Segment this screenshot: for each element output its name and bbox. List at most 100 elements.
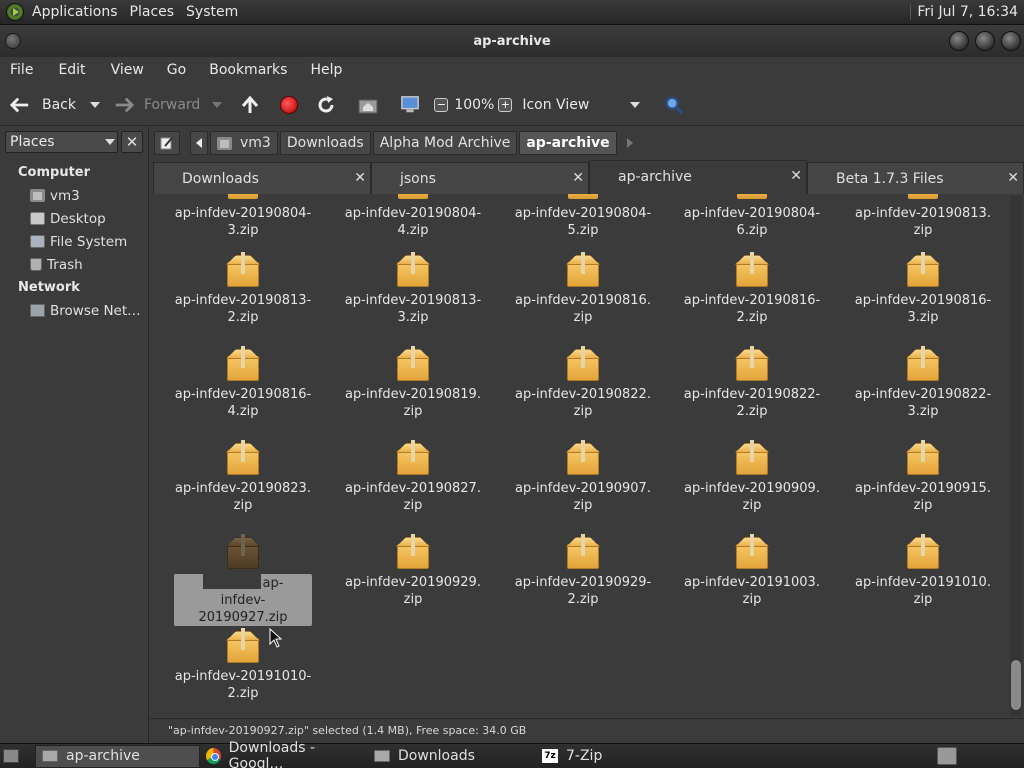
forward-history-dropdown[interactable]	[212, 101, 223, 108]
panel-clock[interactable]: Fri Jul 7, 16:34	[910, 4, 1024, 20]
file-item[interactable]: ap-infdev-20190813- 2.zip	[163, 252, 323, 326]
sidebar-item-trash[interactable]: Trash	[0, 253, 148, 276]
maximize-button[interactable]	[975, 31, 995, 51]
minimize-button[interactable]	[949, 31, 969, 51]
file-name-line1: ap-infdev-20190929.	[345, 575, 481, 590]
file-name-line1: ap-infdev-20190816-	[174, 387, 312, 402]
window-titlebar[interactable]: ap-archive	[0, 25, 1024, 57]
applications-menu[interactable]: Applications	[32, 4, 118, 20]
file-item[interactable]: ap-infdev-20190929. zip	[333, 534, 493, 608]
scrollbar-thumb[interactable]	[1011, 660, 1021, 710]
file-name-line2: 4.zip	[397, 223, 429, 238]
zoom-out-icon: −	[434, 97, 449, 112]
places-menu[interactable]: Places	[130, 4, 175, 20]
sidebar-item-filesystem[interactable]: File System	[0, 230, 148, 253]
file-item[interactable]: ap-infdev-20190816- 4.zip	[163, 346, 323, 420]
menu-go[interactable]: Go	[167, 62, 186, 78]
close-tab-icon[interactable]: ✕	[354, 170, 366, 186]
close-window-button[interactable]	[1001, 31, 1021, 51]
file-name: ap-infdev-20190927.zip	[163, 574, 323, 626]
show-desktop-icon[interactable]	[3, 749, 19, 763]
breadcrumb-alpha-mod-archive[interactable]: Alpha Mod Archive	[372, 131, 518, 155]
top-panel: Applications Places System Fri Jul 7, 16…	[0, 0, 1024, 25]
task-label: Downloads - Googl…	[228, 740, 316, 768]
taskbar-item-7zip[interactable]: 7z 7-Zip	[536, 745, 704, 768]
forward-button[interactable]: Forward	[110, 90, 204, 120]
file-item[interactable]: ap-infdev-20190819. zip	[333, 346, 493, 420]
up-button[interactable]	[236, 90, 270, 120]
file-item[interactable]: ap-infdev-20190929- 2.zip	[503, 534, 663, 608]
taskbar-item-ap-archive[interactable]: ap-archive	[35, 744, 200, 768]
breadcrumb-downloads[interactable]: Downloads	[279, 131, 371, 155]
tab-beta-files[interactable]: Beta 1.7.3 Files ✕	[807, 162, 1024, 194]
file-item[interactable]: ap-infdev-20190813. zip	[843, 194, 1003, 239]
window-menu-icon[interactable]	[5, 33, 21, 49]
file-icon-view[interactable]: ap-infdev-20190804- 3.zip ap-infdev-201908…	[153, 194, 1024, 718]
sidebar-item-browse-network[interactable]: Browse Net…	[0, 299, 148, 322]
sidebar-mode-select[interactable]: Places	[5, 131, 118, 153]
file-item[interactable]: ap-infdev-20190813- 3.zip	[333, 252, 493, 326]
search-button[interactable]	[660, 90, 694, 120]
computer-button[interactable]	[396, 90, 430, 120]
sidebar-header: Places ✕	[0, 127, 148, 157]
file-name-line2: zip	[573, 498, 593, 513]
file-item[interactable]: ap-infdev-20191010- 2.zip	[163, 628, 323, 702]
back-button[interactable]: Back	[6, 90, 80, 120]
file-item[interactable]: ap-infdev-20191010. zip	[843, 534, 1003, 608]
toggle-location-entry-button[interactable]	[154, 131, 180, 155]
file-item[interactable]: ap-infdev-20190804- 5.zip	[503, 194, 663, 239]
file-item[interactable]: ap-infdev-20190804- 4.zip	[333, 194, 493, 239]
file-item[interactable]: ap-infdev-20190816- 3.zip	[843, 252, 1003, 326]
file-item[interactable]: ap-infdev-20190804- 3.zip	[163, 194, 323, 239]
distro-logo-icon[interactable]	[6, 3, 24, 21]
file-name-line1: ap-infdev-20190822-	[854, 387, 992, 402]
file-item[interactable]: ap-infdev-20190827. zip	[333, 440, 493, 514]
file-item[interactable]: ap-infdev-20190804- 6.zip	[672, 194, 832, 239]
menu-view[interactable]: View	[111, 62, 144, 78]
view-mode-select[interactable]: Icon View	[516, 90, 641, 120]
path-scroll-right-icon[interactable]	[626, 138, 633, 148]
menu-file[interactable]: File	[10, 62, 33, 78]
reload-button[interactable]	[312, 90, 346, 120]
tab-jsons[interactable]: jsons ✕	[371, 162, 589, 194]
up-arrow-icon	[240, 95, 260, 115]
breadcrumb-vm3[interactable]: vm3	[210, 131, 278, 155]
stop-button[interactable]	[276, 90, 302, 120]
archive-icon	[566, 534, 600, 570]
sidebar-item-desktop[interactable]: Desktop	[0, 207, 148, 230]
taskbar-item-chrome[interactable]: Downloads - Googl…	[200, 740, 368, 768]
stop-icon	[280, 95, 299, 114]
file-item[interactable]: ap-infdev-20190915. zip	[843, 440, 1003, 514]
file-item[interactable]: ap-infdev-20190909. zip	[672, 440, 832, 514]
tab-downloads[interactable]: Downloads ✕	[153, 162, 371, 194]
close-tab-icon[interactable]: ✕	[790, 168, 802, 184]
breadcrumb-ap-archive[interactable]: ap-archive	[519, 131, 617, 155]
file-item[interactable]: ap-infdev-20191003. zip	[672, 534, 832, 608]
file-item[interactable]: ap-infdev-20190823. zip	[163, 440, 323, 514]
zoom-out-button[interactable]: −	[430, 90, 452, 120]
file-item[interactable]: ap-infdev-20190927.zip	[163, 534, 323, 626]
file-item[interactable]: ap-infdev-20190822- 3.zip	[843, 346, 1003, 420]
close-sidebar-button[interactable]: ✕	[121, 131, 143, 153]
file-item[interactable]: ap-infdev-20190816. zip	[503, 252, 663, 326]
taskbar-item-downloads[interactable]: Downloads	[368, 745, 536, 768]
tab-ap-archive[interactable]: ap-archive ✕	[589, 160, 807, 194]
file-item[interactable]: ap-infdev-20190822- 2.zip	[672, 346, 832, 420]
file-item[interactable]: ap-infdev-20190907. zip	[503, 440, 663, 514]
file-item[interactable]: ap-infdev-20190816- 2.zip	[672, 252, 832, 326]
zoom-in-button[interactable]: +	[498, 90, 516, 120]
home-button[interactable]	[354, 90, 388, 120]
sidebar-item-vm3[interactable]: vm3	[0, 184, 148, 207]
vertical-scrollbar[interactable]	[1010, 196, 1022, 716]
workspace-switcher-icon[interactable]	[937, 747, 957, 765]
menu-bookmarks[interactable]: Bookmarks	[209, 62, 287, 78]
file-name-line2: 3.zip	[907, 310, 939, 325]
file-item[interactable]: ap-infdev-20190822. zip	[503, 346, 663, 420]
system-menu[interactable]: System	[186, 4, 238, 20]
back-history-dropdown[interactable]	[90, 101, 100, 108]
path-scroll-left-button[interactable]	[190, 131, 208, 155]
close-tab-icon[interactable]: ✕	[1007, 170, 1019, 186]
menu-help[interactable]: Help	[310, 62, 342, 78]
close-tab-icon[interactable]: ✕	[572, 170, 584, 186]
menu-edit[interactable]: Edit	[58, 62, 85, 78]
